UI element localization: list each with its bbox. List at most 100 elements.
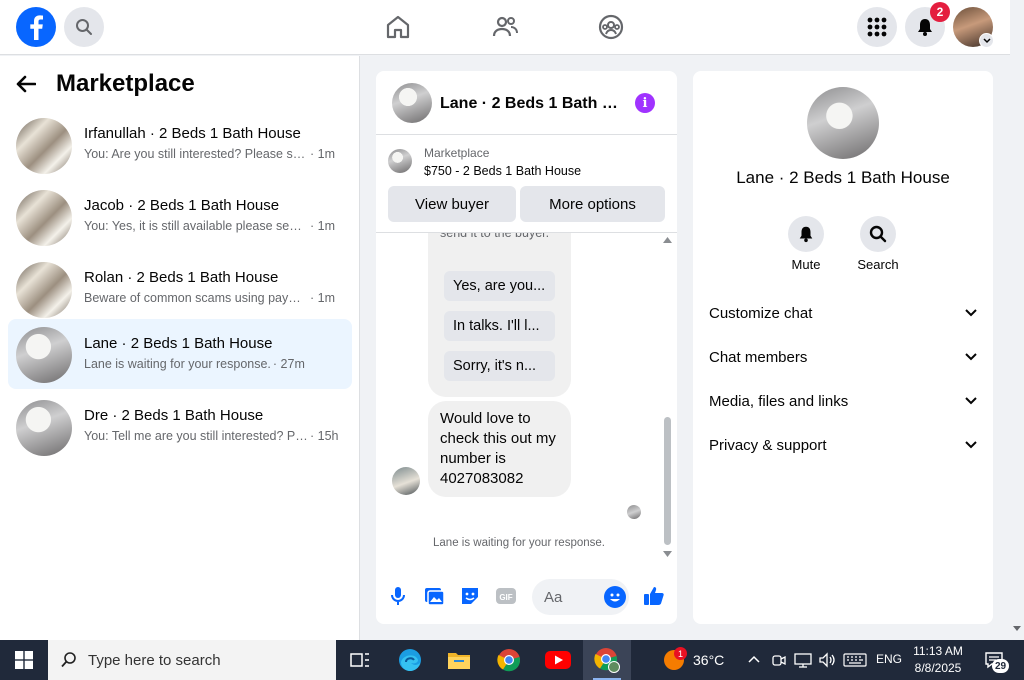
notification-count-badge: 29 [992,659,1009,673]
sticker-icon[interactable] [458,584,482,608]
conversation-item[interactable]: Jacob · 2 Beds 1 Bath House You: Yes, it… [8,183,352,253]
seen-indicator-avatar [627,505,641,519]
conversation-snippet: You: Yes, it is still available please s… [84,219,344,233]
gif-icon[interactable]: GIF [494,584,518,608]
conversation-item[interactable]: Irfanullah · 2 Beds 1 Bath House You: Ar… [8,111,352,181]
windows-start-icon[interactable] [0,640,48,680]
chat-members-row[interactable]: Chat members [709,342,977,372]
edge-browser-icon[interactable] [386,640,434,680]
conversation-snippet: Beware of common scams using payment app… [84,291,344,305]
bell-icon [799,226,813,243]
search-icon[interactable] [64,7,104,47]
conversation-snippet: You: Tell me are you still interested? P… [84,429,344,443]
taskbar-clock[interactable]: 11:13 AM 8/8/2025 [900,643,976,677]
listing-thumbnail[interactable] [388,149,412,173]
taskbar-search-placeholder: Type here to search [88,651,221,669]
menu-grid-icon[interactable] [857,7,897,47]
marketplace-header: Marketplace [16,68,195,100]
search-label: Search [857,257,899,272]
chat-panel: Lane · 2 Beds 1 Bath House i Marketplace… [376,71,677,624]
marketplace-label: Marketplace [424,146,490,160]
listing-thumbnail [16,262,72,318]
info-title: Lane · 2 Beds 1 Bath House [736,168,950,187]
page-title: Marketplace [56,70,195,97]
temperature-text[interactable]: 36°C [693,652,724,668]
microphone-icon[interactable] [386,584,410,608]
mute-label: Mute [791,257,821,272]
snippet-time: · 1m [310,291,335,305]
info-icon[interactable]: i [635,93,655,113]
more-options-button[interactable]: More options [520,186,665,222]
search-conversation-button[interactable] [860,216,896,252]
snippet-time: · 1m [310,219,335,233]
photo-icon[interactable] [422,584,446,608]
snippet-time: · 27m [272,357,305,371]
listing-price-title[interactable]: $750 - 2 Beds 1 Bath House [424,164,581,178]
meet-now-icon[interactable] [771,652,787,668]
chat-avatar[interactable] [392,83,432,123]
view-buyer-button[interactable]: View buyer [388,186,516,222]
snippet-text: Lane is waiting for your response. [84,357,271,371]
emoji-icon[interactable] [604,586,626,608]
privacy-support-row[interactable]: Privacy & support [709,430,977,460]
chat-header: Lane · 2 Beds 1 Bath House i [376,71,677,135]
chevron-down-icon [965,309,977,317]
network-icon[interactable] [794,652,812,668]
youtube-icon[interactable] [534,640,582,680]
home-icon[interactable] [384,13,412,41]
conversation-name: Irfanullah · 2 Beds 1 Bath House [84,125,301,142]
conversation-item-selected[interactable]: Lane · 2 Beds 1 Bath House Lane is waiti… [8,319,352,389]
media-files-links-row[interactable]: Media, files and links [709,386,977,416]
waiting-notice: Lane is waiting for your response. [433,537,605,549]
message-bubble: Would love to check this out my number i… [428,401,571,497]
chrome-profile-icon[interactable] [583,640,631,680]
scroll-up-icon[interactable] [663,237,672,243]
chat-info-panel: Lane · 2 Beds 1 Bath House Mute Search C… [693,71,993,624]
message-text: send it to the buyer. [440,233,550,240]
back-arrow-icon[interactable] [16,69,46,99]
mute-button[interactable] [788,216,824,252]
weather-badge: 1 [674,647,687,660]
task-view-icon[interactable] [336,640,384,680]
sender-avatar[interactable] [392,467,420,495]
snippet-text: You: Tell me are you still interested? P… [84,429,308,443]
clock-time: 11:13 AM [913,644,963,658]
listing-thumbnail [16,327,72,383]
snippet-text: You: Are you still interested? Please se… [84,147,308,161]
windows-taskbar: Type here to search 1 36°C ENG 11:13 AM … [0,640,1024,680]
chat-scrollbar[interactable] [662,233,674,563]
volume-icon[interactable] [818,652,836,668]
page-scrollbar[interactable] [1010,0,1024,640]
quick-reply-button[interactable]: In talks. I'll l... [444,311,555,341]
listing-avatar[interactable] [807,87,879,159]
scrollbar-thumb[interactable] [664,417,671,545]
scroll-down-icon[interactable] [663,551,672,557]
language-indicator[interactable]: ENG [876,652,902,666]
conversation-name: Rolan · 2 Beds 1 Bath House [84,269,279,286]
friends-icon[interactable] [491,13,519,41]
customize-chat-row[interactable]: Customize chat [709,298,977,328]
taskbar-search-box[interactable]: Type here to search [48,640,336,680]
quick-reply-button[interactable]: Yes, are you... [444,271,555,301]
conversation-snippet: Lane is waiting for your response. · 27m [84,357,344,371]
file-explorer-icon[interactable] [435,640,483,680]
snippet-text: Beware of common scams using payment app… [84,291,308,305]
chevron-down-icon [965,353,977,361]
chat-title[interactable]: Lane · 2 Beds 1 Bath House [440,95,620,113]
row-label: Chat members [709,348,808,366]
groups-icon[interactable] [597,13,625,41]
conversation-item[interactable]: Dre · 2 Beds 1 Bath House You: Tell me a… [8,393,352,463]
conversation-name: Dre · 2 Beds 1 Bath House [84,407,264,424]
marketplace-listing-bar: Marketplace $750 - 2 Beds 1 Bath House V… [376,136,677,233]
like-thumbs-up-icon[interactable] [642,584,666,608]
chevron-down-icon[interactable] [979,33,994,48]
chrome-icon[interactable] [485,640,533,680]
row-label: Media, files and links [709,392,849,410]
keyboard-icon[interactable] [843,653,867,667]
facebook-logo-icon[interactable] [16,7,56,47]
snippet-time: · 15h [310,429,339,443]
conversation-item[interactable]: Rolan · 2 Beds 1 Bath House Beware of co… [8,255,352,325]
tray-overflow-chevron-icon[interactable] [748,655,760,663]
quick-reply-button[interactable]: Sorry, it's n... [444,351,555,381]
snippet-text: You: Yes, it is still available please s… [84,219,308,233]
